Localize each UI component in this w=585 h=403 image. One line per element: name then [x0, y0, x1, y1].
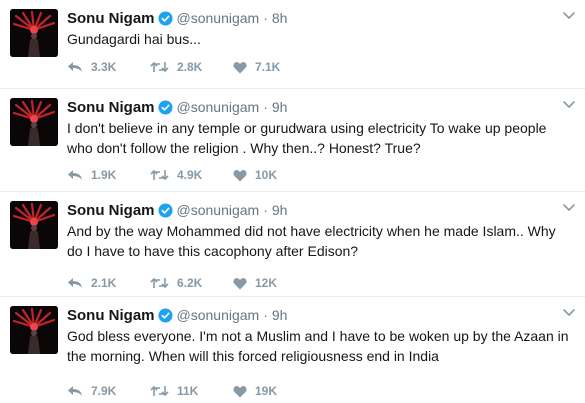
- avatar[interactable]: [10, 9, 58, 57]
- verified-badge-icon: [157, 99, 173, 115]
- tweet-actions: 7.9K 11K 19K: [67, 382, 316, 400]
- retweet-button[interactable]: 2.8K: [150, 60, 233, 74]
- like-count: 10K: [255, 168, 278, 182]
- tweet-actions: 2.1K 6.2K 12K: [67, 274, 316, 292]
- author-name[interactable]: Sonu Nigam: [67, 99, 155, 116]
- verified-badge-icon: [157, 202, 173, 218]
- retweet-count: 11K: [177, 384, 199, 398]
- tweet-timestamp[interactable]: 9h: [272, 99, 288, 115]
- author-handle[interactable]: @sonunigam: [177, 99, 260, 115]
- like-button[interactable]: 19K: [233, 384, 316, 398]
- retweet-button[interactable]: 4.9K: [150, 168, 233, 182]
- author-name[interactable]: Sonu Nigam: [67, 307, 155, 324]
- reply-button[interactable]: 1.9K: [67, 168, 150, 182]
- retweet-icon: [150, 385, 169, 397]
- tweet-text: I don't believe in any temple or gurudwa…: [67, 120, 547, 156]
- tweet-timestamp[interactable]: 8h: [272, 10, 288, 26]
- like-button[interactable]: 12K: [233, 276, 316, 290]
- retweet-count: 4.9K: [177, 168, 203, 182]
- tweet-actions: 3.3K 2.8K 7.1K: [67, 58, 316, 76]
- tweet[interactable]: Sonu Nigam @sonunigam · 9h God bless eve…: [0, 297, 585, 403]
- retweet-count: 6.2K: [177, 276, 203, 290]
- tweet-actions: 1.9K 4.9K 10K: [67, 166, 316, 184]
- meta-separator: ·: [263, 99, 268, 115]
- author-name[interactable]: Sonu Nigam: [67, 10, 155, 27]
- tweet-timestamp[interactable]: 9h: [272, 202, 288, 218]
- meta-separator: ·: [263, 202, 268, 218]
- reply-icon: [67, 169, 83, 181]
- like-button[interactable]: 7.1K: [233, 60, 316, 74]
- retweet-count: 2.8K: [177, 60, 203, 74]
- avatar-photo-icon: [10, 98, 58, 146]
- author-handle[interactable]: @sonunigam: [177, 10, 260, 26]
- heart-icon: [233, 61, 247, 74]
- reply-icon: [67, 385, 83, 397]
- like-count: 19K: [255, 384, 278, 398]
- like-count: 7.1K: [255, 60, 281, 74]
- tweet-feed: Sonu Nigam @sonunigam · 8h Gundagardi ha…: [0, 0, 585, 403]
- reply-count: 1.9K: [91, 168, 117, 182]
- tweet[interactable]: Sonu Nigam @sonunigam · 9h And by the wa…: [0, 192, 585, 297]
- tweet-text: Gundagardi hai bus...: [67, 31, 201, 47]
- retweet-icon: [150, 277, 169, 289]
- reply-count: 2.1K: [91, 276, 117, 290]
- chevron-down-icon[interactable]: [561, 200, 577, 216]
- like-count: 12K: [255, 276, 278, 290]
- chevron-down-icon[interactable]: [561, 305, 577, 321]
- meta-separator: ·: [263, 307, 268, 323]
- tweet-header: Sonu Nigam @sonunigam · 9h: [67, 200, 287, 220]
- reply-icon: [67, 61, 83, 73]
- avatar-photo-icon: [10, 201, 58, 249]
- reply-button[interactable]: 7.9K: [67, 384, 150, 398]
- author-handle[interactable]: @sonunigam: [177, 307, 260, 323]
- reply-count: 3.3K: [91, 60, 117, 74]
- avatar[interactable]: [10, 98, 58, 146]
- avatar-photo-icon: [10, 306, 58, 354]
- avatar[interactable]: [10, 201, 58, 249]
- tweet[interactable]: Sonu Nigam @sonunigam · 9h I don't belie…: [0, 89, 585, 192]
- tweet-header: Sonu Nigam @sonunigam · 9h: [67, 97, 287, 117]
- avatar[interactable]: [10, 306, 58, 354]
- verified-badge-icon: [157, 307, 173, 323]
- retweet-icon: [150, 61, 169, 73]
- heart-icon: [233, 385, 247, 398]
- avatar-photo-icon: [10, 9, 58, 57]
- tweet-timestamp[interactable]: 9h: [272, 307, 288, 323]
- retweet-button[interactable]: 11K: [150, 384, 233, 398]
- meta-separator: ·: [263, 10, 268, 26]
- heart-icon: [233, 169, 247, 182]
- tweet[interactable]: Sonu Nigam @sonunigam · 8h Gundagardi ha…: [0, 0, 585, 89]
- verified-badge-icon: [157, 10, 173, 26]
- reply-button[interactable]: 3.3K: [67, 60, 150, 74]
- tweet-text: God bless everyone. I'm not a Muslim and…: [67, 328, 569, 364]
- chevron-down-icon[interactable]: [561, 97, 577, 113]
- like-button[interactable]: 10K: [233, 168, 316, 182]
- author-handle[interactable]: @sonunigam: [177, 202, 260, 218]
- tweet-header: Sonu Nigam @sonunigam · 9h: [67, 305, 287, 325]
- retweet-button[interactable]: 6.2K: [150, 276, 233, 290]
- tweet-text: And by the way Mohammed did not have ele…: [67, 223, 556, 259]
- reply-button[interactable]: 2.1K: [67, 276, 150, 290]
- tweet-header: Sonu Nigam @sonunigam · 8h: [67, 8, 287, 28]
- chevron-down-icon[interactable]: [561, 8, 577, 24]
- author-name[interactable]: Sonu Nigam: [67, 202, 155, 219]
- reply-icon: [67, 277, 83, 289]
- retweet-icon: [150, 169, 169, 181]
- heart-icon: [233, 277, 247, 290]
- reply-count: 7.9K: [91, 384, 117, 398]
